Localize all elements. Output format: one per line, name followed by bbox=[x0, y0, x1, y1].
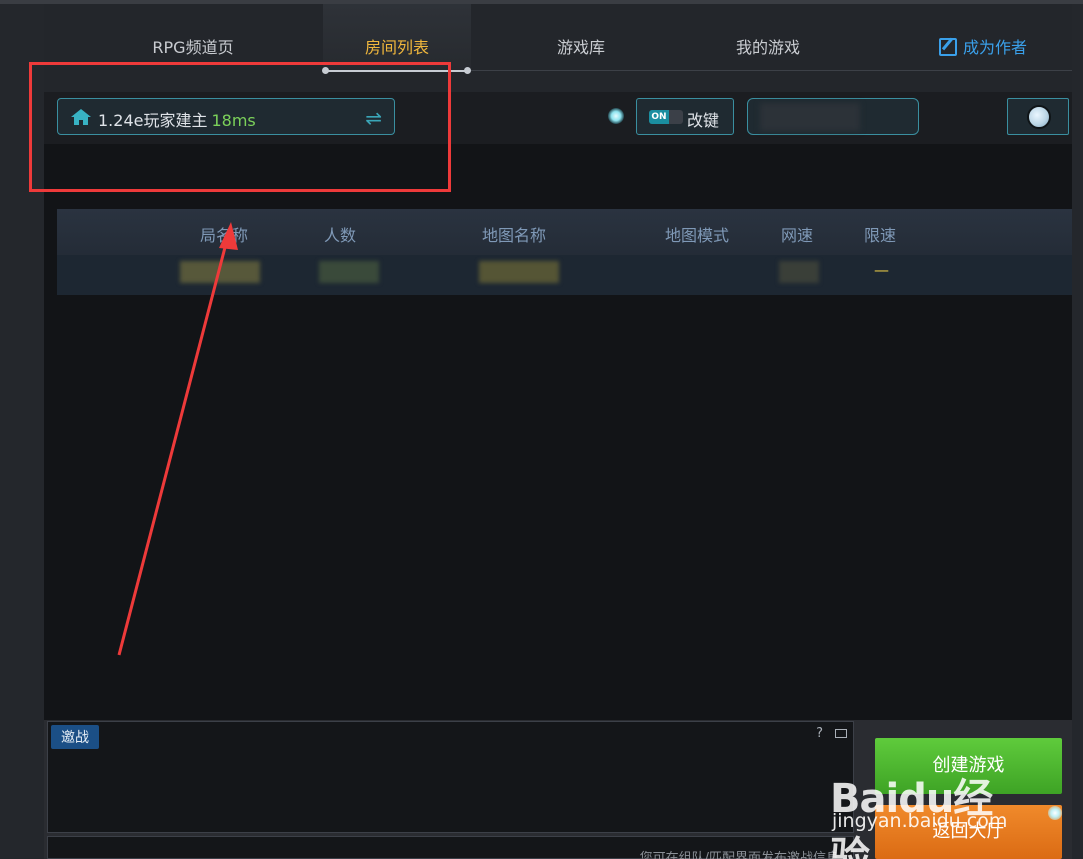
annotation-highlight-box bbox=[29, 62, 451, 192]
globe-button[interactable] bbox=[1007, 98, 1069, 135]
tab-game-library[interactable]: 游戏库 bbox=[541, 34, 621, 58]
edit-icon bbox=[938, 38, 957, 56]
column-map-mode[interactable]: 地图模式 bbox=[665, 222, 729, 246]
keymap-label: 改键 bbox=[687, 111, 720, 130]
column-players[interactable]: 人数 bbox=[324, 222, 356, 246]
column-map-name[interactable]: 地图名称 bbox=[482, 222, 546, 246]
table-header: 局名称 人数 地图名称 地图模式 网速 限速 bbox=[57, 209, 1072, 255]
globe-icon bbox=[1027, 105, 1051, 129]
tab-become-author[interactable]: 成为作者 bbox=[928, 34, 1038, 58]
keymap-button[interactable]: ON 改键 bbox=[636, 98, 734, 135]
minimize-icon[interactable] bbox=[835, 729, 847, 738]
blurred-button[interactable] bbox=[747, 98, 919, 135]
table-row[interactable]: — bbox=[57, 255, 1072, 295]
chat-input-area[interactable]: 您可在组队/匹配界面发布邀战信息 bbox=[47, 836, 854, 859]
challenge-chat-panel: 邀战 ? bbox=[47, 721, 854, 833]
map-name-blurred bbox=[479, 261, 559, 283]
help-icon[interactable]: ? bbox=[816, 726, 823, 741]
speed-blurred bbox=[779, 261, 819, 283]
baidu-watermark: Baidu经验 jingyan.baidu.com bbox=[830, 766, 1030, 859]
blurred-content bbox=[760, 103, 860, 131]
nav-divider bbox=[471, 70, 1072, 71]
tab-rpg-channel[interactable]: RPG频道页 bbox=[144, 34, 242, 58]
corner-light bbox=[1048, 806, 1062, 820]
status-light bbox=[608, 108, 624, 124]
window-right-edge bbox=[1072, 4, 1083, 859]
column-network-speed[interactable]: 网速 bbox=[781, 222, 813, 246]
tab-my-games[interactable]: 我的游戏 bbox=[724, 34, 812, 58]
underline-dot-right bbox=[464, 67, 471, 74]
speed-limit-value: — bbox=[874, 261, 889, 279]
tab-room-list[interactable]: 房间列表 bbox=[348, 34, 446, 58]
room-name-blurred bbox=[180, 261, 260, 283]
chat-hint-text: 您可在组队/匹配界面发布邀战信息 bbox=[639, 851, 839, 859]
column-speed-limit[interactable]: 限速 bbox=[864, 222, 896, 246]
keymap-toggle[interactable]: ON bbox=[649, 110, 683, 124]
column-room-name[interactable]: 局名称 bbox=[200, 222, 248, 246]
room-list-panel: 局名称 人数 地图名称 地图模式 网速 限速 — bbox=[44, 144, 1072, 720]
toggle-on-label: ON bbox=[649, 110, 669, 124]
players-blurred bbox=[319, 261, 379, 283]
tab-become-author-label: 成为作者 bbox=[962, 38, 1027, 57]
watermark-url: jingyan.baidu.com bbox=[832, 810, 1008, 832]
challenge-tab[interactable]: 邀战 bbox=[51, 725, 99, 749]
